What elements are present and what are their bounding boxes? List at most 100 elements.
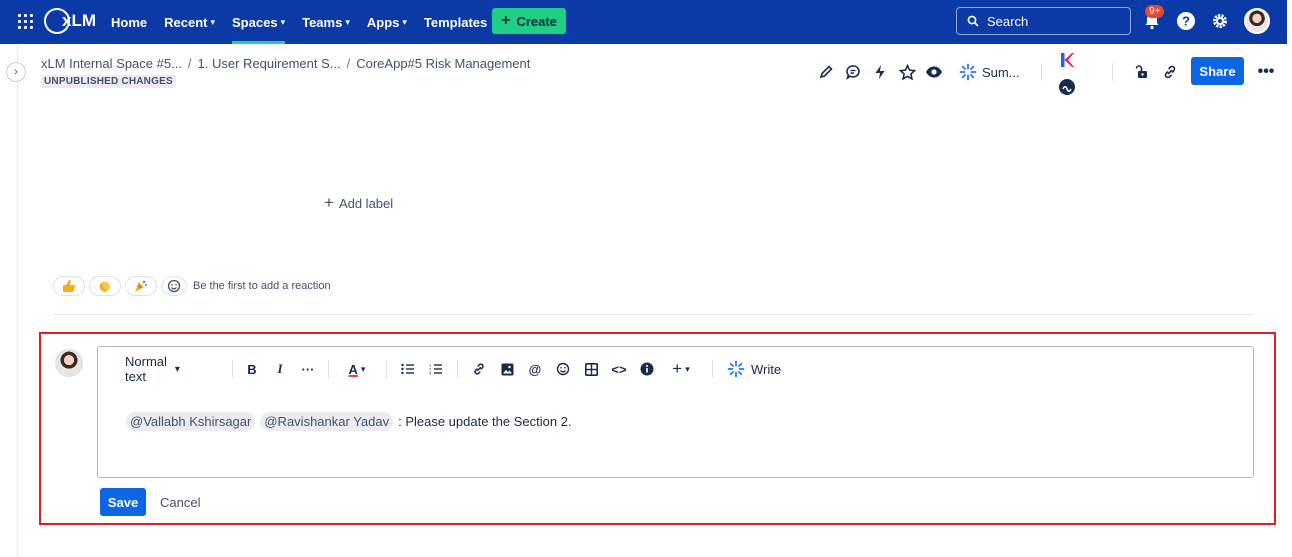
watch-eye-icon[interactable]	[922, 60, 946, 84]
summarize-button[interactable]: Sum...	[959, 63, 1020, 81]
numbered-list-icon[interactable]: 123	[428, 357, 444, 381]
edit-pencil-icon[interactable]	[814, 60, 838, 84]
image-icon[interactable]	[499, 357, 515, 381]
more-formatting-icon[interactable]: ···	[299, 357, 317, 381]
code-icon[interactable]: <>	[610, 357, 628, 381]
chevron-down-icon: ▾	[280, 16, 286, 27]
nav-apps-label: Apps	[366, 14, 400, 30]
chevron-right-icon: ›	[14, 66, 18, 78]
breadcrumb-current-page[interactable]: CoreApp#5 Risk Management	[356, 56, 530, 71]
more-actions-icon[interactable]: •••	[1254, 60, 1278, 84]
link-icon[interactable]	[471, 357, 487, 381]
table-icon[interactable]	[583, 357, 599, 381]
party-popper-reaction-icon[interactable]	[125, 276, 157, 296]
app-k-logo-icon[interactable]	[1060, 52, 1074, 68]
write-label: Write	[751, 361, 782, 377]
share-label: Share	[1199, 63, 1236, 79]
emoji-icon[interactable]	[555, 357, 571, 381]
add-label-button[interactable]: + Add label	[324, 193, 393, 213]
toolbar-divider	[712, 360, 713, 378]
svg-text:3: 3	[429, 371, 432, 376]
chevron-down-icon: ▾	[402, 16, 407, 27]
nav-teams[interactable]: Teams ▾	[302, 0, 350, 44]
breadcrumb-space[interactable]: xLM Internal Space #5...	[41, 56, 182, 71]
nav-spaces[interactable]: Spaces ▾	[232, 0, 286, 44]
toolbar-divider	[457, 360, 458, 378]
status-badge: UNPUBLISHED CHANGES	[41, 75, 176, 88]
help-icon[interactable]: ?	[1175, 10, 1197, 32]
star-icon[interactable]	[895, 60, 919, 84]
commenter-avatar	[55, 349, 83, 377]
logo-text: xLM	[62, 11, 96, 30]
page-toolbar: Sum...	[814, 60, 1042, 84]
chevron-down-icon: ▾	[174, 363, 180, 375]
settings-gear-icon[interactable]	[1209, 10, 1231, 32]
mention-chip[interactable]: @Ravishankar Yadav	[260, 412, 394, 431]
mention-chip[interactable]: @Vallabh Kshirsagar	[126, 412, 256, 431]
nav-recent[interactable]: Recent ▾	[164, 0, 215, 44]
add-label-text: Add label	[338, 195, 394, 211]
toolbar-divider	[232, 360, 233, 378]
profile-avatar[interactable]	[1244, 8, 1270, 34]
comment-message: : Please update the Section 2.	[398, 414, 572, 429]
chevron-down-icon: ▾	[345, 16, 350, 27]
notifications-badge: 9+	[1145, 5, 1165, 18]
search-placeholder: Search	[987, 13, 1029, 29]
nav-teams-label: Teams	[302, 14, 343, 30]
italic-icon[interactable]: I	[272, 357, 288, 381]
automation-bolt-icon[interactable]	[868, 60, 892, 84]
reaction-prompt-text: Be the first to add a reaction	[193, 280, 331, 292]
comment-icon[interactable]	[841, 60, 865, 84]
expand-sidebar-button[interactable]: ›	[6, 62, 26, 82]
search-input[interactable]: Search	[956, 7, 1131, 35]
ai-sparkle-icon	[727, 360, 745, 378]
plus-icon: +	[324, 193, 334, 212]
create-button[interactable]: + Create	[492, 8, 566, 34]
plus-icon: +	[501, 12, 511, 29]
breadcrumb-separator: /	[187, 56, 192, 71]
comment-text-area[interactable]: @Vallabh Kshirsagar @Ravishankar Yadav :…	[126, 412, 572, 431]
bullet-list-icon[interactable]	[400, 357, 416, 381]
text-style-label: Normal text	[125, 354, 167, 384]
info-panel-icon[interactable]	[639, 357, 655, 381]
xlm-logo[interactable]: xLM	[44, 8, 96, 34]
text-color-icon[interactable]: A ▾	[343, 357, 371, 381]
save-label: Save	[107, 494, 139, 510]
mention-icon[interactable]: @	[527, 357, 543, 381]
unlocked-restrictions-icon[interactable]	[1130, 60, 1154, 84]
sidebar-divider	[17, 44, 18, 557]
nav-recent-label: Recent	[164, 14, 208, 30]
text-style-dropdown[interactable]: Normal text ▾	[125, 354, 180, 384]
add-reaction-smiley-icon[interactable]	[161, 276, 187, 296]
top-navigation-bar: xLM Home Recent ▾ Spaces ▾ Teams ▾ Apps ▾ Te…	[0, 0, 1287, 44]
bold-icon[interactable]: B	[244, 357, 260, 381]
toolbar-divider	[1112, 63, 1113, 81]
comments-divider	[53, 314, 1253, 315]
save-button[interactable]: Save	[100, 488, 146, 516]
thumbs-up-reaction-icon[interactable]	[53, 276, 85, 296]
ai-write-button[interactable]: Write	[727, 357, 781, 381]
clapping-hands-reaction-icon[interactable]	[89, 276, 121, 296]
nav-home[interactable]: Home	[111, 0, 147, 44]
breadcrumb-separator: /	[346, 56, 351, 71]
cancel-button[interactable]: Cancel	[160, 495, 200, 510]
chevron-down-icon: ▾	[210, 16, 216, 27]
main-menu: Home Recent ▾ Spaces ▾ Teams ▾ Apps ▾ Templa…	[111, 0, 487, 44]
breadcrumb: xLM Internal Space #5... / 1. User Requi…	[41, 56, 530, 71]
app-switcher-icon[interactable]	[18, 14, 33, 29]
search-icon	[967, 15, 979, 27]
nav-apps[interactable]: Apps ▾	[367, 0, 407, 44]
nav-spaces-label: Spaces	[232, 14, 278, 30]
comment-editor[interactable]: Normal text ▾ B I ··· A ▾ 123 @ <> + ▾ W…	[97, 346, 1254, 478]
breadcrumb-parent-page[interactable]: 1. User Requirement S...	[198, 56, 341, 71]
nav-templates[interactable]: Templates	[424, 0, 487, 44]
nav-home-label: Home	[111, 14, 148, 30]
app-integration-icon[interactable]	[1059, 79, 1075, 95]
toolbar-divider	[1040, 63, 1042, 81]
svg-text:?: ?	[1182, 14, 1190, 29]
summarize-label: Sum...	[982, 64, 1020, 80]
copy-link-icon[interactable]	[1158, 60, 1182, 84]
nav-templates-label: Templates	[423, 14, 488, 30]
insert-more-icon[interactable]: + ▾	[667, 357, 695, 381]
share-button[interactable]: Share	[1191, 57, 1244, 85]
